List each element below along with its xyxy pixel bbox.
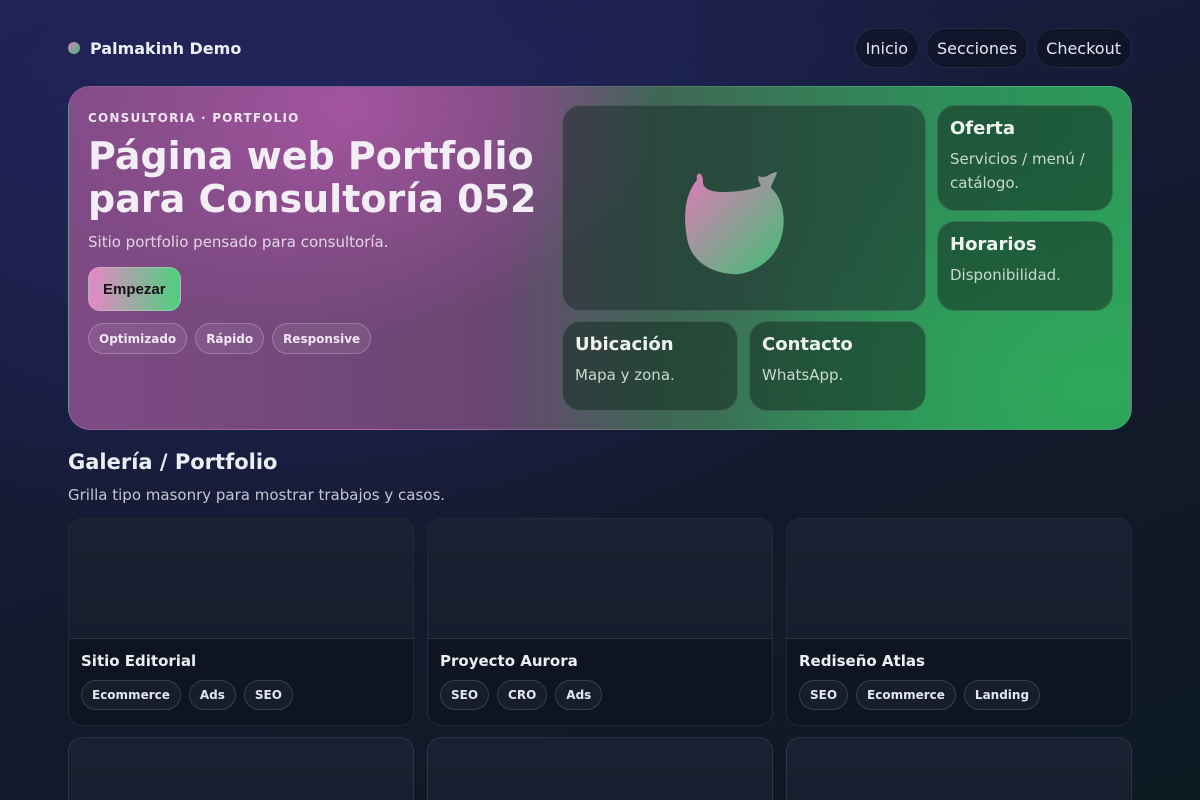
portfolio-card-image[interactable] <box>68 737 414 800</box>
tile-oferta-title: Oferta <box>950 118 1015 139</box>
tile-contacto-title: Contacto <box>762 334 853 355</box>
card-title: Sitio Editorial <box>81 652 197 670</box>
tag: SEO <box>799 680 849 710</box>
portfolio-card[interactable]: Proyecto Aurora SEO CRO Ads <box>427 518 773 726</box>
nav-checkout[interactable]: Checkout <box>1035 28 1132 68</box>
main-nav: Inicio Secciones Checkout <box>854 28 1132 68</box>
tag: SEO <box>440 680 490 710</box>
cat-blob-logo-icon <box>685 172 784 275</box>
tile-oferta[interactable]: Oferta Servicios / menú / catálogo. <box>937 105 1113 211</box>
card-image <box>787 519 1131 639</box>
tile-horarios[interactable]: Horarios Disponibilidad. <box>937 221 1113 311</box>
portfolio-card[interactable]: Sitio Editorial Ecommerce Ads SEO <box>68 518 414 726</box>
tile-contacto[interactable]: Contacto WhatsApp. <box>749 321 926 411</box>
portfolio-card[interactable]: Rediseño Atlas SEO Ecommerce Landing <box>786 518 1132 726</box>
chip-responsive: Responsive <box>272 323 372 354</box>
hero-eyebrow: CONSULTORIA · PORTFOLIO <box>88 111 300 125</box>
tile-horarios-text: Disponibilidad. <box>950 266 1061 284</box>
hero-logo-tile <box>562 105 926 311</box>
portfolio-card-image[interactable] <box>786 737 1132 800</box>
tag: Ads <box>188 680 236 710</box>
gallery-title: Galería / Portfolio <box>68 450 278 474</box>
tile-ubicacion[interactable]: Ubicación Mapa y zona. <box>562 321 738 411</box>
card-tags: SEO CRO Ads <box>440 680 760 710</box>
nav-secciones[interactable]: Secciones <box>925 28 1029 68</box>
hero-content: CONSULTORIA · PORTFOLIO Página web Portf… <box>88 111 548 354</box>
gallery-subtitle: Grilla tipo masonry para mostrar trabajo… <box>68 486 446 504</box>
tag: Ads <box>555 680 603 710</box>
nav-inicio[interactable]: Inicio <box>854 28 919 68</box>
tile-contacto-text: WhatsApp. <box>762 366 844 384</box>
hero-subtitle: Sitio portfolio pensado para consultoría… <box>88 233 389 251</box>
hero: CONSULTORIA · PORTFOLIO Página web Portf… <box>68 86 1132 430</box>
portfolio-card-image[interactable] <box>427 737 773 800</box>
page: Palmakinh Demo Inicio Secciones Checkout… <box>0 0 1200 800</box>
card-title: Proyecto Aurora <box>440 652 578 670</box>
tag: Landing <box>963 680 1041 710</box>
tile-ubicacion-title: Ubicación <box>575 334 674 355</box>
hero-title: Página web Portfolio para Consultoría 05… <box>88 135 548 221</box>
hero-title-line-1: Página web Portfolio <box>88 134 534 178</box>
tile-ubicacion-text: Mapa y zona. <box>575 366 675 384</box>
start-button[interactable]: Empezar <box>88 267 181 311</box>
brand-dot-icon <box>68 42 80 54</box>
tile-horarios-title: Horarios <box>950 234 1037 255</box>
chip-rapido: Rápido <box>195 323 265 354</box>
card-body: Sitio Editorial Ecommerce Ads SEO <box>69 639 413 725</box>
top-bar: Palmakinh Demo Inicio Secciones Checkout <box>68 28 1132 68</box>
tile-oferta-text: Servicios / menú / catálogo. <box>950 150 1085 192</box>
chip-optimizado: Optimizado <box>88 323 188 354</box>
tag: CRO <box>497 680 548 710</box>
hero-chips: Optimizado Rápido Responsive <box>88 323 548 354</box>
card-image <box>428 519 772 639</box>
card-image <box>69 519 413 639</box>
tag: Ecommerce <box>856 680 956 710</box>
card-body: Proyecto Aurora SEO CRO Ads <box>428 639 772 725</box>
tag: SEO <box>243 680 293 710</box>
tag: Ecommerce <box>81 680 181 710</box>
card-body: Rediseño Atlas SEO Ecommerce Landing <box>787 639 1131 725</box>
hero-title-line-2: para Consultoría 052 <box>88 177 537 221</box>
card-tags: SEO Ecommerce Landing <box>799 680 1119 710</box>
card-title: Rediseño Atlas <box>799 652 925 670</box>
card-tags: Ecommerce Ads SEO <box>81 680 401 710</box>
brand[interactable]: Palmakinh Demo <box>68 39 241 58</box>
brand-name: Palmakinh Demo <box>90 38 242 58</box>
